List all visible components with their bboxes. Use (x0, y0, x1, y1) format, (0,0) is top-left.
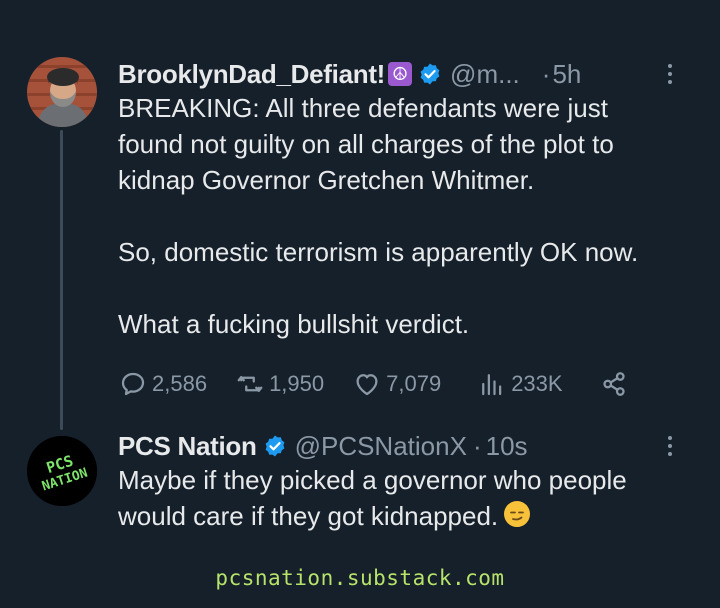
tweet-paragraph: What a fucking bullshit verdict. (118, 309, 470, 339)
retweet-icon (237, 376, 263, 392)
views-button[interactable]: 233K (477, 369, 563, 399)
tweet-paragraph: So, domestic terrorism is apparently OK … (118, 237, 639, 267)
separator-dot: · (472, 431, 482, 461)
tweet-text: Maybe if they picked a governor who peop… (118, 462, 680, 534)
peace-symbol-icon: ☮ (388, 62, 413, 86)
display-name[interactable]: PCS Nation (118, 430, 257, 462)
timestamp[interactable]: 10s (486, 430, 528, 462)
pcs-nation-logo-icon: PCS NATION (27, 436, 97, 506)
like-count: 7,079 (386, 371, 442, 396)
user-handle[interactable]: @m... (450, 58, 520, 90)
more-options-icon[interactable] (660, 58, 680, 90)
tweet-main[interactable]: BrooklynDad_Defiant! ☮ @m... · 5h BREAKI… (118, 58, 680, 400)
tweet-reply[interactable]: PCS Nation @PCSNationX · 10s Maybe if th… (118, 430, 680, 534)
more-options-icon[interactable] (660, 430, 680, 462)
thread-connector-line (60, 130, 63, 430)
footer-watermark-url: pcsnation.substack.com (215, 566, 505, 590)
verified-badge-icon (420, 63, 440, 85)
retweet-button[interactable]: 1,950 (235, 369, 324, 399)
like-button[interactable]: 7,079 (352, 369, 441, 399)
avatar[interactable]: PCS NATION (27, 436, 97, 506)
smirk-emoji-icon (504, 501, 531, 527)
views-chart-icon (482, 374, 502, 396)
views-count: 233K (511, 371, 563, 396)
share-button[interactable] (599, 369, 633, 399)
reply-icon (121, 372, 145, 396)
reply-count: 2,586 (152, 371, 208, 396)
user-handle[interactable]: @PCSNationX (295, 430, 467, 462)
tweet-paragraph: BREAKING: All three defendants were just… (118, 93, 614, 195)
avatar[interactable] (27, 57, 97, 127)
share-icon (602, 372, 625, 396)
tweet-text: BREAKING: All three defendants were just… (118, 90, 680, 342)
separator-dot: · (541, 59, 551, 89)
tweet-actions: 2,586 1,950 7,079 233K (118, 368, 680, 400)
user-photo-icon (27, 57, 97, 127)
verified-badge-icon (265, 435, 284, 457)
display-name[interactable]: BrooklynDad_Defiant! (118, 58, 385, 90)
timestamp[interactable]: 5h (552, 58, 581, 90)
reply-button[interactable]: 2,586 (118, 369, 207, 399)
tweet-header: BrooklynDad_Defiant! ☮ @m... · 5h (118, 58, 680, 90)
heart-icon (356, 374, 378, 396)
tweet-paragraph: Maybe if they picked a governor who peop… (118, 465, 627, 531)
tweet-header: PCS Nation @PCSNationX · 10s (118, 430, 680, 462)
retweet-count: 1,950 (269, 371, 325, 396)
